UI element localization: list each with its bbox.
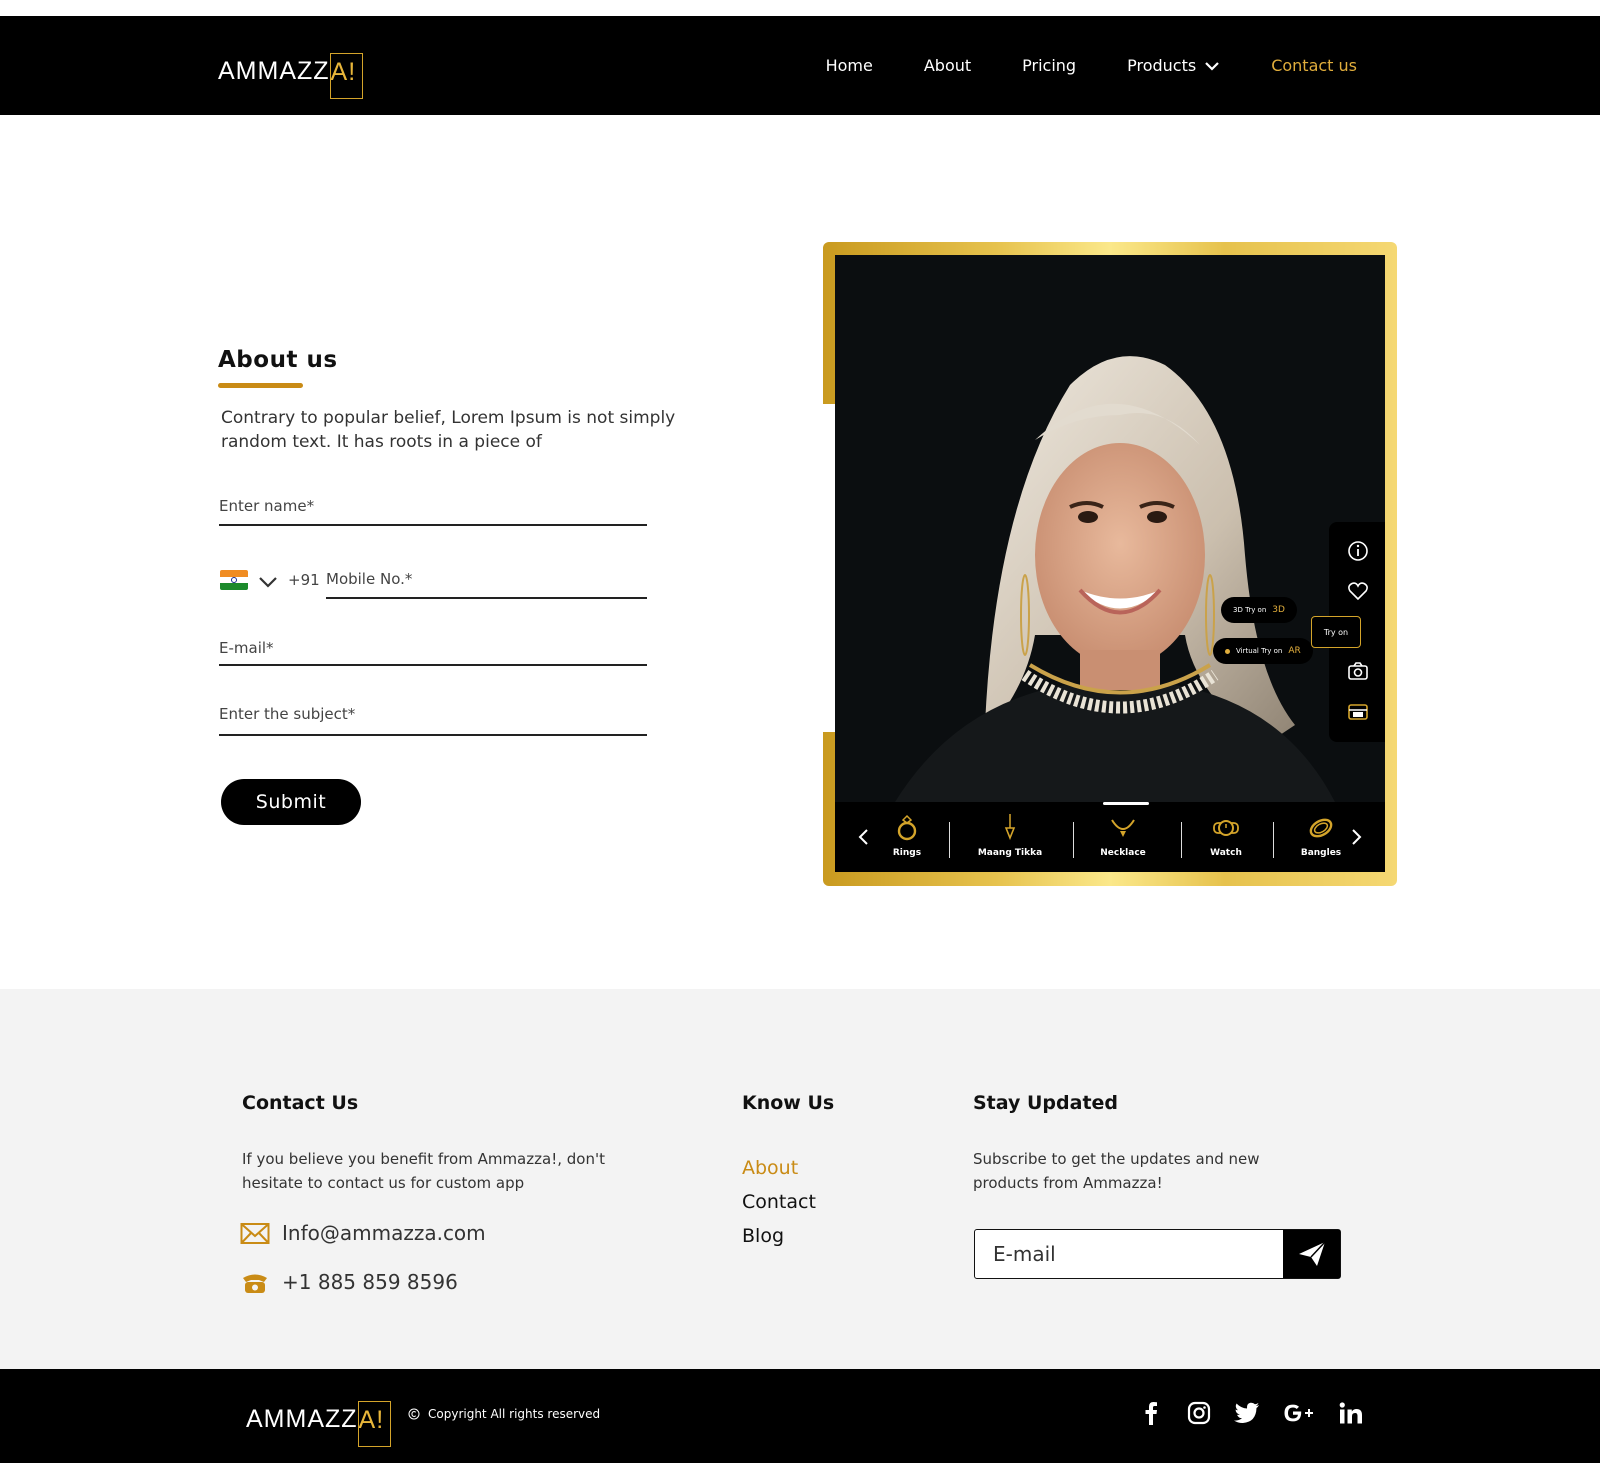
email-contact[interactable]: Info@ammazza.com	[240, 1219, 486, 1247]
category-divider	[1073, 822, 1074, 858]
try-on-3d-pill[interactable]: 3D Try on 3D	[1221, 597, 1297, 623]
submit-button[interactable]: Submit	[221, 779, 361, 825]
side-toolbar: Try on	[1311, 522, 1385, 742]
try-on-3d-label: 3D Try on	[1233, 606, 1267, 614]
maang-tikka-icon	[1004, 814, 1016, 841]
about-title: About us	[218, 347, 338, 373]
footer-link-blog[interactable]: Blog	[742, 1225, 784, 1247]
ar-dot-icon	[1225, 648, 1230, 654]
category-maang-tikka-label: Maang Tikka	[977, 848, 1043, 858]
watch-icon	[1213, 820, 1239, 836]
try-on-3d-tag: 3D	[1272, 605, 1285, 615]
facebook-icon[interactable]	[1138, 1400, 1164, 1426]
nav-products[interactable]: Products	[1127, 56, 1220, 75]
category-necklace-label: Necklace	[1100, 848, 1146, 858]
subscribe-form	[974, 1229, 1341, 1279]
about-underline	[218, 383, 303, 388]
stay-updated-title: Stay Updated	[973, 1092, 1119, 1114]
category-necklace[interactable]: Necklace	[1078, 814, 1168, 858]
nav-pricing[interactable]: Pricing	[1022, 56, 1076, 75]
try-on-ar-label: Virtual Try on	[1236, 647, 1283, 655]
category-rings[interactable]: Rings	[862, 814, 952, 858]
try-on-ar-tag: AR	[1288, 646, 1301, 656]
main-nav: Home About Pricing Products Contact us	[826, 16, 1357, 115]
india-flag-icon[interactable]	[220, 570, 248, 590]
footer-logo-box: A!	[357, 1401, 392, 1447]
try-on-button[interactable]: Try on	[1311, 616, 1361, 648]
google-plus-icon[interactable]	[1282, 1400, 1316, 1426]
category-bar: Rings Maang Tikka Necklace Watch Bangles	[835, 802, 1385, 872]
nav-home[interactable]: Home	[826, 56, 873, 75]
subscribe-email-input[interactable]	[975, 1230, 1283, 1278]
nav-contact[interactable]: Contact us	[1271, 56, 1357, 75]
carousel-indicator	[1103, 802, 1149, 805]
info-icon[interactable]	[1347, 540, 1369, 562]
phone-contact[interactable]: +1 885 859 8596	[240, 1268, 458, 1296]
footer-link-contact[interactable]: Contact	[742, 1191, 816, 1213]
footer-logo[interactable]: AMMAZZ A!	[246, 1391, 392, 1447]
instagram-icon[interactable]	[1186, 1400, 1212, 1426]
category-divider	[1273, 822, 1274, 858]
dial-code: +91	[288, 571, 320, 589]
country-chevron-icon[interactable]	[258, 575, 278, 589]
logo-box: A!	[329, 53, 364, 99]
phone-icon	[243, 1274, 267, 1293]
contact-us-text: If you believe you benefit from Ammazza!…	[242, 1150, 605, 1192]
site-header: AMMAZZ A! Home About Pricing Products Con…	[0, 16, 1600, 115]
category-divider	[949, 822, 950, 858]
copyright: Copyright All rights reserved	[408, 1407, 600, 1421]
nav-products-label: Products	[1127, 56, 1197, 75]
subject-field-wrapper	[219, 704, 647, 736]
bangle-icon	[1309, 818, 1333, 838]
necklace-icon	[1111, 819, 1135, 837]
category-watch[interactable]: Watch	[1181, 814, 1271, 858]
about-text: Contrary to popular belief, Lorem Ipsum …	[221, 408, 676, 452]
camera-icon[interactable]	[1347, 660, 1369, 682]
footer-bottom: AMMAZZ A! Copyright All rights reserved	[0, 1369, 1600, 1463]
try-on-ar-pill[interactable]: Virtual Try on AR	[1213, 638, 1313, 664]
category-maang-tikka[interactable]: Maang Tikka	[965, 814, 1055, 858]
mail-icon	[240, 1223, 270, 1244]
category-bangles-label: Bangles	[1300, 848, 1342, 858]
category-watch-label: Watch	[1210, 848, 1242, 858]
ring-icon	[897, 814, 917, 841]
copyright-text: Copyright All rights reserved	[428, 1407, 601, 1421]
name-input[interactable]	[219, 497, 647, 515]
email-address: Info@ammazza.com	[282, 1221, 486, 1245]
subscribe-send-button[interactable]	[1283, 1230, 1340, 1278]
footer-info: Contact Us If you believe you benefit fr…	[0, 989, 1600, 1369]
chevron-down-icon	[1205, 61, 1219, 71]
model-portrait-image	[835, 255, 1385, 802]
jewel-box-icon[interactable]	[1347, 700, 1369, 722]
heart-icon[interactable]	[1347, 580, 1369, 602]
name-field-wrapper	[219, 496, 647, 526]
logo-word: AMMAZZ	[218, 56, 330, 85]
mobile-field-wrapper	[326, 569, 647, 599]
social-links	[1138, 1400, 1364, 1426]
phone-number: +1 885 859 8596	[282, 1270, 458, 1294]
footer-link-about[interactable]: About	[742, 1157, 798, 1179]
subject-input[interactable]	[219, 705, 647, 723]
mobile-input[interactable]	[326, 570, 647, 588]
footer-logo-word: AMMAZZ	[246, 1404, 358, 1433]
brand-logo[interactable]: AMMAZZ A!	[218, 43, 364, 99]
twitter-icon[interactable]	[1234, 1400, 1260, 1426]
category-rings-label: Rings	[892, 848, 922, 858]
email-field-wrapper	[219, 638, 647, 666]
chevron-right-icon[interactable]	[1349, 828, 1363, 846]
top-strip	[0, 0, 1600, 16]
send-icon	[1298, 1241, 1326, 1266]
email-input[interactable]	[219, 639, 647, 657]
nav-about[interactable]: About	[924, 56, 971, 75]
app-preview: 3D Try on 3D Virtual Try on AR Try on Ri…	[835, 255, 1385, 872]
contact-us-title: Contact Us	[242, 1092, 359, 1114]
know-us-title: Know Us	[742, 1092, 835, 1114]
stay-updated-text: Subscribe to get the updates and new pro…	[973, 1150, 1260, 1192]
copyright-icon	[408, 1408, 420, 1420]
linkedin-icon[interactable]	[1338, 1400, 1364, 1426]
